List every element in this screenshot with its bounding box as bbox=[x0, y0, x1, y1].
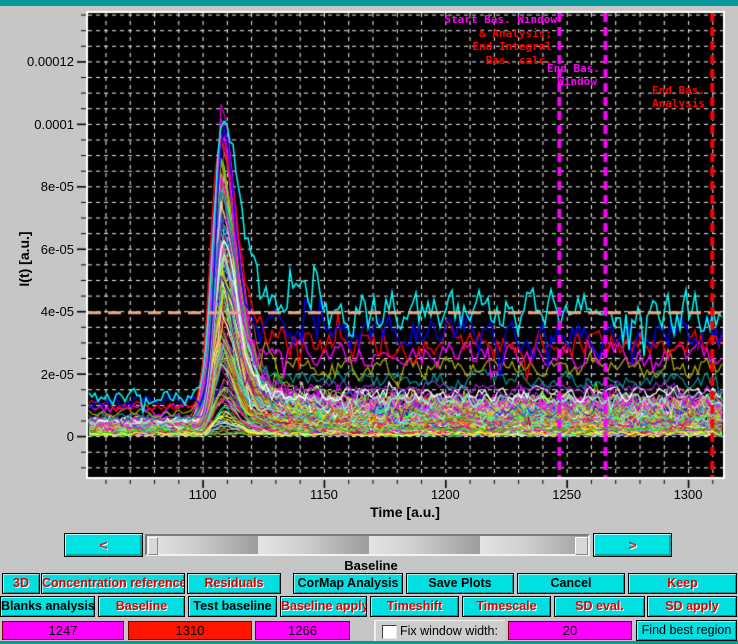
button-baseline-apply[interactable]: Baseline apply bbox=[280, 596, 367, 617]
end-bas-analysis-label-2: Analysis bbox=[652, 97, 705, 110]
y-tick-label: 6e-05 bbox=[4, 242, 74, 257]
button-cormap-analysis[interactable]: CorMap Analysis bbox=[293, 573, 403, 594]
scroll-right-button[interactable]: > bbox=[593, 533, 672, 557]
button-cancel[interactable]: Cancel bbox=[517, 573, 625, 594]
button-timescale[interactable]: Timescale bbox=[462, 596, 551, 617]
x-tick-label: 1300 bbox=[666, 487, 710, 502]
end-bas-label: End Bas. bbox=[547, 62, 600, 75]
x-tick-label: 1200 bbox=[423, 487, 467, 502]
y-axis-title: I(t) [a.u.] bbox=[16, 203, 32, 315]
fix-window-width-checkbox[interactable] bbox=[382, 625, 397, 639]
end-bas-analysis-label-1: End Bas. bbox=[652, 84, 705, 97]
and-analysis-label: & Analysis; bbox=[479, 27, 552, 40]
baseline-end-field[interactable]: 1266 bbox=[255, 621, 350, 640]
x-tick-label: 1250 bbox=[545, 487, 589, 502]
button-timeshift[interactable]: Timeshift bbox=[370, 596, 459, 617]
button-baseline[interactable]: Baseline bbox=[98, 596, 185, 617]
fix-window-width-panel: Fix window width: bbox=[374, 620, 505, 641]
y-tick-label: 8e-05 bbox=[4, 179, 74, 194]
analysis-end-field[interactable]: 1310 bbox=[128, 621, 252, 640]
y-tick-label: 0 bbox=[4, 429, 74, 444]
button-sd-apply[interactable]: SD apply bbox=[647, 596, 737, 617]
chromatogram-plot[interactable] bbox=[0, 0, 738, 530]
x-tick-label: 1100 bbox=[181, 487, 225, 502]
end-integral-label: End Integral bbox=[473, 40, 552, 53]
button-sd-eval[interactable]: SD eval. bbox=[554, 596, 645, 617]
scrollbar-thumb-left[interactable] bbox=[148, 537, 158, 555]
scrollbar-title: Baseline bbox=[300, 558, 442, 573]
window-label: Window bbox=[557, 75, 597, 88]
scrollbar-trough[interactable] bbox=[145, 534, 590, 556]
x-tick-label: 1150 bbox=[302, 487, 346, 502]
button-blanks-analysis[interactable]: Blanks analysis bbox=[0, 596, 95, 617]
baseline-start-field[interactable]: 1247 bbox=[2, 621, 124, 640]
find-best-region-button[interactable]: Find best region bbox=[636, 620, 737, 641]
y-tick-label: 4e-05 bbox=[4, 304, 74, 319]
scroll-left-button[interactable]: < bbox=[64, 533, 143, 557]
y-tick-label: 0.0001 bbox=[4, 117, 74, 132]
button-residuals[interactable]: Residuals bbox=[187, 573, 281, 594]
x-axis-title: Time [a.u.] bbox=[340, 504, 470, 520]
fix-window-width-label: Fix window width: bbox=[400, 624, 498, 638]
y-tick-label: 0.00012 bbox=[4, 54, 74, 69]
button-3d[interactable]: 3D bbox=[2, 573, 40, 594]
button-save-plots[interactable]: Save Plots bbox=[406, 573, 514, 594]
button-test-baseline[interactable]: Test baseline bbox=[188, 596, 277, 617]
button-keep[interactable]: Keep bbox=[628, 573, 737, 594]
y-tick-label: 2e-05 bbox=[4, 367, 74, 382]
application-window: 1100 1150 1200 1250 1300 0.00012 0.0001 8e-05 6e… bbox=[0, 0, 738, 644]
bas-calc-label: Bas. calc. bbox=[486, 54, 552, 67]
window-width-field[interactable]: 20 bbox=[508, 621, 632, 640]
start-bas-window-label: Start Bas. Window bbox=[444, 13, 557, 26]
button-concentration-reference[interactable]: Concentration reference bbox=[41, 573, 185, 594]
scrollbar-thumb-right[interactable] bbox=[575, 537, 588, 555]
